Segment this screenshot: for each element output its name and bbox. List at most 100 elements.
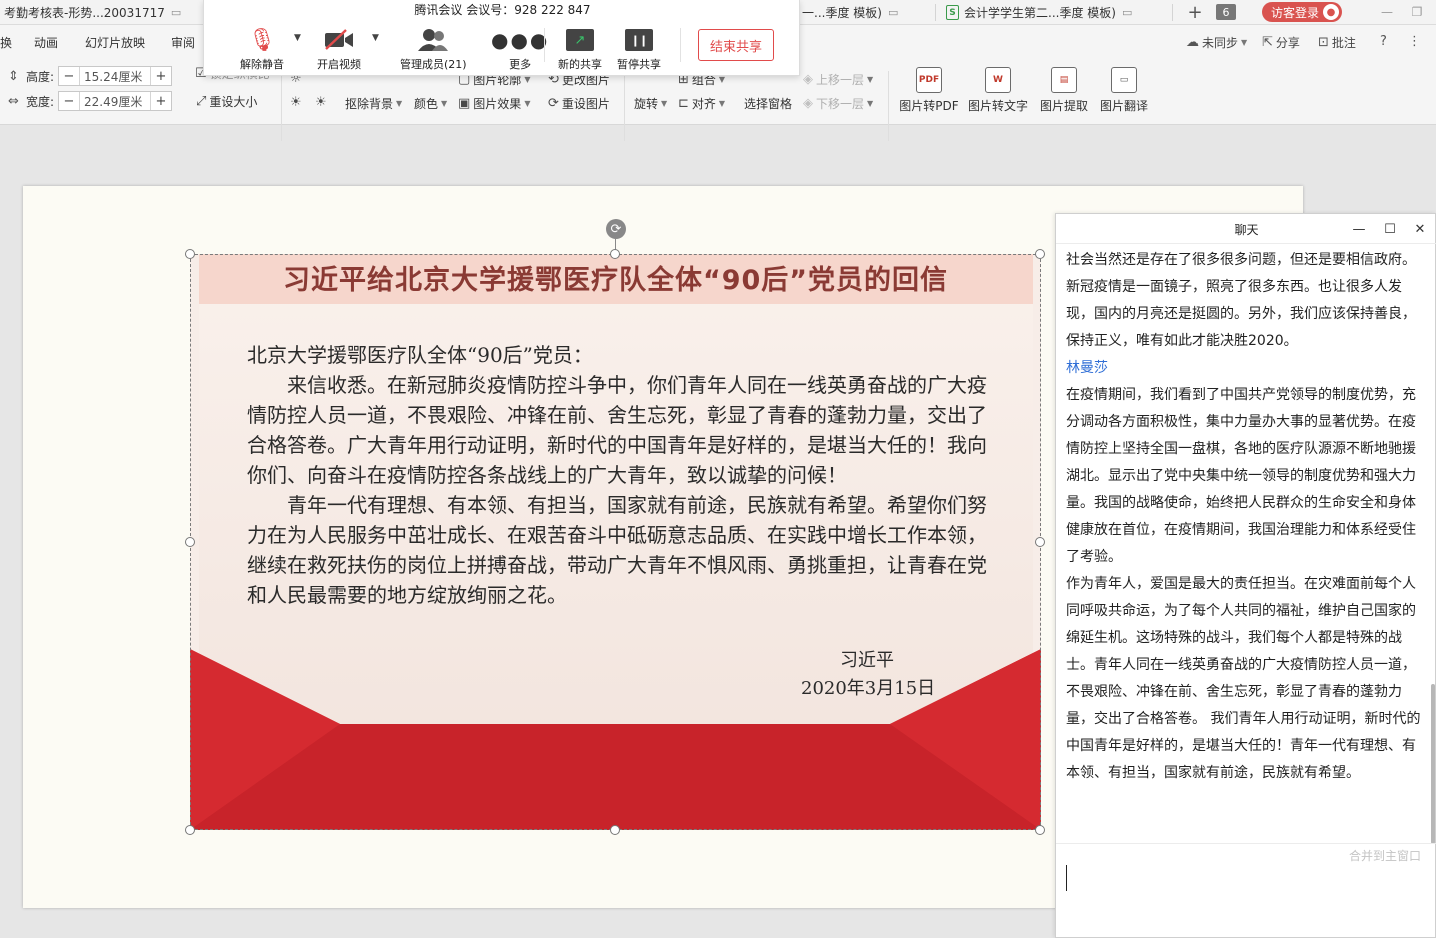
- picture-effects-button[interactable]: ▣ 图片效果 ▼: [458, 95, 530, 112]
- resize-handle-e[interactable]: [1035, 537, 1045, 547]
- height-input[interactable]: 15.24厘米: [79, 67, 151, 85]
- manage-members-button[interactable]: 管理成员(21): [400, 24, 467, 72]
- tab-attendance[interactable]: 考勤考核表-形势...20031717 ▭: [0, 0, 185, 25]
- more-button[interactable]: ●●● 更多: [491, 24, 549, 72]
- more-options-button[interactable]: ⋮: [1408, 34, 1421, 49]
- pause-share-button[interactable]: ❙❙ 暂停共享: [617, 24, 661, 72]
- meeting-toolbar: 腾讯会议 会议号：928 222 847 🎙 解除静音 ▼ 开启视频 ▼ 管理成…: [203, 0, 800, 76]
- sun-plus-icon: ☀: [290, 95, 302, 110]
- chat-panel: 聊天 — ☐ ✕ 社会当然还是存在了很多很多问题，但还是要相信政府。新冠疫情是一…: [1055, 213, 1436, 938]
- picture-extract-button[interactable]: ▤ 图片提取: [1032, 67, 1096, 115]
- camera-off-icon: [324, 24, 354, 56]
- resize-handle-se[interactable]: [1035, 825, 1045, 835]
- letter-picture[interactable]: 习近平给北京大学援鄂医疗队全体“90后”党员的回信 北京大学援鄂医疗队全体“90…: [190, 254, 1041, 830]
- minus-icon[interactable]: −: [59, 92, 79, 110]
- chevron-down-icon: ▼: [396, 99, 403, 108]
- chevron-down-icon: ▼: [441, 99, 448, 108]
- reset-size-button[interactable]: ⤢ 重设大小: [196, 93, 257, 110]
- screen-icon[interactable]: ▭: [1122, 6, 1132, 19]
- resize-handle-sw[interactable]: [185, 825, 195, 835]
- resize-handle-ne[interactable]: [1035, 249, 1045, 259]
- selection-pane-button[interactable]: 选择窗格: [744, 95, 792, 112]
- height-stepper[interactable]: − 15.24厘米 +: [58, 66, 172, 86]
- reset-picture-button[interactable]: ⟳ 重设图片: [548, 95, 610, 112]
- chevron-down-icon: ▼: [867, 75, 874, 84]
- picture-extract-icon: ▤: [1051, 67, 1077, 93]
- minimize-icon[interactable]: —: [1349, 219, 1369, 239]
- bring-forward-button[interactable]: ◈ 上移一层 ▼: [803, 71, 873, 88]
- tab-template-1[interactable]: 一...季度 模板) ▭: [798, 0, 902, 25]
- close-icon[interactable]: ✕: [1410, 219, 1430, 239]
- restore-icon[interactable]: ❐: [1408, 3, 1426, 21]
- maximize-icon[interactable]: ☐: [1380, 219, 1400, 239]
- rotate-handle-icon[interactable]: ⟳: [606, 219, 626, 239]
- height-label: 高度:: [26, 69, 55, 84]
- screen-icon[interactable]: ▭: [171, 6, 181, 19]
- guest-login-button[interactable]: 访客登录 ●: [1262, 2, 1342, 22]
- chevron-down-icon[interactable]: ▼: [372, 33, 379, 43]
- chat-input[interactable]: [1056, 864, 1436, 938]
- new-share-label: 新的共享: [558, 58, 602, 71]
- height-row: ⇕ 高度: − 15.24厘米 +: [8, 65, 172, 87]
- picture-translate-button[interactable]: ▭ 图片翻译: [1092, 67, 1156, 115]
- reset-size-icon: ⤢: [196, 94, 207, 109]
- avatar-icon: ●: [1323, 4, 1339, 20]
- tab-accounting[interactable]: S 会计学学生第二...季度 模板) ▭: [942, 0, 1136, 25]
- new-share-button[interactable]: ↗ 新的共享: [558, 24, 602, 72]
- contrast-up-button[interactable]: ☀: [290, 95, 302, 110]
- align-icon: ⊏: [678, 96, 689, 111]
- plus-icon[interactable]: +: [151, 92, 171, 110]
- end-share-button[interactable]: 结束共享: [698, 29, 774, 61]
- reset-picture-icon: ⟳: [548, 96, 559, 111]
- align-button[interactable]: ⊏ 对齐 ▼: [678, 95, 725, 112]
- width-row: ⇔ 宽度: − 22.49厘米 +: [8, 90, 172, 112]
- unmute-button[interactable]: 🎙 解除静音: [240, 24, 284, 72]
- color-button[interactable]: 颜色 ▼: [414, 95, 447, 112]
- menu-animation[interactable]: 动画: [34, 34, 58, 51]
- share-icon: ⇱: [1262, 35, 1273, 50]
- ribbon-divider: [888, 71, 889, 141]
- menu-slideshow[interactable]: 幻灯片放映: [85, 34, 145, 51]
- resize-handle-n[interactable]: [610, 249, 620, 259]
- chat-header: 聊天 — ☐ ✕: [1056, 214, 1436, 244]
- new-tab-button[interactable]: +: [1185, 1, 1205, 23]
- mic-muted-icon: 🎙: [248, 27, 276, 53]
- bring-forward-label: 上移一层: [816, 73, 865, 87]
- merge-to-main-link[interactable]: 合并到主窗口: [1349, 847, 1421, 864]
- help-button[interactable]: ?: [1380, 34, 1387, 49]
- tab-count-badge[interactable]: 6: [1216, 4, 1236, 20]
- resize-handle-w[interactable]: [185, 537, 195, 547]
- menu-transition[interactable]: 换: [0, 34, 12, 51]
- menu-review[interactable]: 审阅: [171, 34, 195, 51]
- contrast-down-button[interactable]: ☀: [315, 95, 327, 110]
- remove-bg-button[interactable]: 抠除背景 ▼: [345, 95, 402, 112]
- tab-label: 会计学学生第二...季度 模板): [964, 6, 1116, 20]
- share-button[interactable]: ⇱ 分享: [1262, 34, 1300, 51]
- minus-icon[interactable]: −: [59, 67, 79, 85]
- width-input[interactable]: 22.49厘米: [79, 92, 151, 110]
- resize-handle-nw[interactable]: [185, 249, 195, 259]
- comment-button[interactable]: ⊡ 批注: [1318, 34, 1356, 51]
- minimize-icon[interactable]: —: [1378, 3, 1396, 21]
- tab-divider: [935, 4, 936, 21]
- screen-icon[interactable]: ▭: [888, 6, 898, 19]
- chat-sender[interactable]: 林曼莎: [1066, 355, 1428, 382]
- send-backward-button[interactable]: ◈ 下移一层 ▼: [803, 95, 873, 112]
- layer-down-icon: ◈: [803, 96, 813, 111]
- chat-message: 在疫情期间，我们看到了中国共产党领导的制度优势，充分调动各方面积极性，集中力量办…: [1066, 387, 1416, 565]
- letter-signature: 习近平: [840, 650, 894, 671]
- meeting-title: 腾讯会议 会议号：928 222 847: [414, 3, 591, 17]
- rotate-button[interactable]: 旋转 ▼: [634, 95, 667, 112]
- width-stepper[interactable]: − 22.49厘米 +: [58, 91, 172, 111]
- letter-title: 习近平给北京大学援鄂医疗队全体“90后”党员的回信: [282, 265, 949, 296]
- picture-to-pdf-button[interactable]: PDF 图片转PDF: [897, 67, 961, 115]
- chevron-down-icon[interactable]: ▼: [294, 33, 301, 43]
- start-video-button[interactable]: 开启视频: [317, 24, 361, 72]
- more-label: 更多: [509, 58, 532, 71]
- sync-status[interactable]: ☁ 未同步 ▼: [1186, 34, 1247, 51]
- width-label: 宽度:: [26, 94, 55, 109]
- picture-to-text-button[interactable]: W 图片转文字: [966, 67, 1030, 115]
- plus-icon[interactable]: +: [151, 67, 171, 85]
- resize-handle-s[interactable]: [610, 825, 620, 835]
- chat-scrollbar[interactable]: [1431, 684, 1435, 844]
